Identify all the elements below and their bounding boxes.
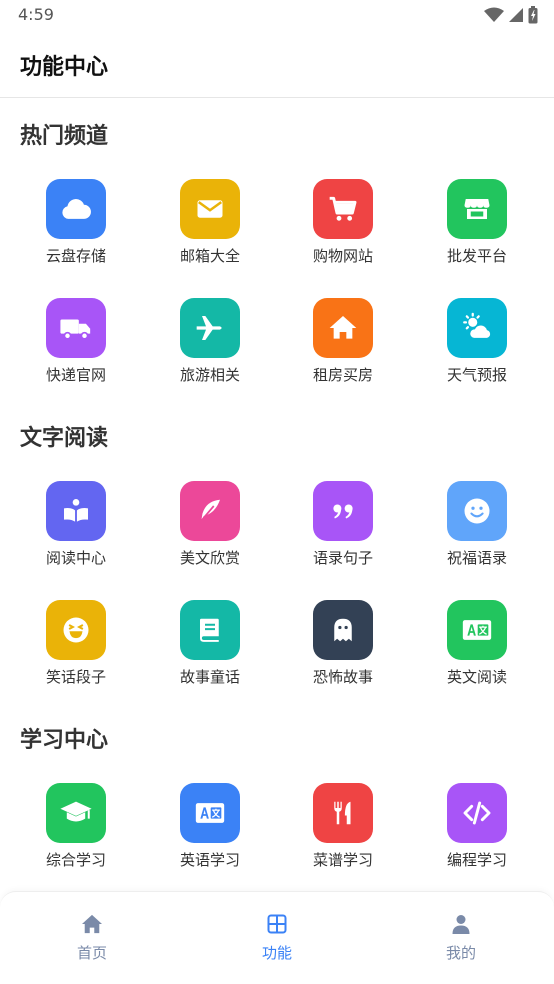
status-icons xyxy=(484,6,538,28)
tile-horror-stories[interactable]: 恐怖故事 xyxy=(293,600,393,710)
wifi-icon xyxy=(484,7,504,27)
tile-label: 编程学习 xyxy=(446,851,507,869)
tile-label: 天气预报 xyxy=(446,366,507,384)
tile-label: 语录句子 xyxy=(312,549,373,567)
tile-label: 故事童话 xyxy=(179,668,240,686)
tile-label: 英文阅读 xyxy=(446,668,507,686)
house-icon xyxy=(313,298,373,358)
tile-express[interactable]: 快递官网 xyxy=(26,298,126,408)
tile-label: 恐怖故事 xyxy=(312,668,373,686)
tile-programming-learning[interactable]: 编程学习 xyxy=(427,783,527,893)
tile-fine-prose[interactable]: 美文欣赏 xyxy=(160,481,260,591)
tab-home[interactable]: 首页 xyxy=(42,914,142,963)
tile-email[interactable]: 邮箱大全 xyxy=(160,179,260,289)
translate-icon xyxy=(180,783,240,843)
page-title: 功能中心 xyxy=(20,55,109,80)
utensils-icon xyxy=(313,783,373,843)
tile-fairy-tales[interactable]: 故事童话 xyxy=(160,600,260,710)
section-title-text-reading: 文字阅读 xyxy=(20,426,109,451)
tile-label: 云盘存储 xyxy=(45,247,106,265)
tab-home-label: 首页 xyxy=(76,944,107,962)
user-icon xyxy=(451,914,471,938)
tile-label: 批发平台 xyxy=(446,247,507,265)
tile-label: 祝福语录 xyxy=(446,549,507,567)
grid-icon xyxy=(267,914,287,938)
tile-label: 租房买房 xyxy=(312,366,373,384)
tile-label: 阅读中心 xyxy=(45,549,106,567)
tile-label: 快递官网 xyxy=(45,366,106,384)
tile-english-learning[interactable]: 英语学习 xyxy=(160,783,260,893)
translate-icon xyxy=(447,600,507,660)
smile-icon xyxy=(447,481,507,541)
status-time: 4:59 xyxy=(18,5,54,24)
store-icon xyxy=(447,179,507,239)
tile-label: 笑话段子 xyxy=(45,668,106,686)
cloud-icon xyxy=(46,179,106,239)
tile-label: 旅游相关 xyxy=(179,366,240,384)
graduation-cap-icon xyxy=(46,783,106,843)
app-header: 功能中心 xyxy=(0,32,554,98)
tab-profile[interactable]: 我的 xyxy=(411,914,511,963)
section-title-hot-channels: 热门频道 xyxy=(20,124,109,149)
tile-label: 美文欣赏 xyxy=(179,549,240,567)
section-title-learning-center: 学习中心 xyxy=(20,728,109,753)
laugh-icon xyxy=(46,600,106,660)
home-icon xyxy=(81,914,103,938)
tile-wholesale[interactable]: 批发平台 xyxy=(427,179,527,289)
tile-shopping[interactable]: 购物网站 xyxy=(293,179,393,289)
tile-reading-center[interactable]: 阅读中心 xyxy=(26,481,126,591)
tile-english-reading[interactable]: 英文阅读 xyxy=(427,600,527,710)
signal-icon xyxy=(508,7,524,27)
tile-housing[interactable]: 租房买房 xyxy=(293,298,393,408)
tile-jokes[interactable]: 笑话段子 xyxy=(26,600,126,710)
reader-icon xyxy=(46,481,106,541)
quote-icon xyxy=(313,481,373,541)
plane-icon xyxy=(180,298,240,358)
bottom-tab-bar: 首页 功能 我的 xyxy=(0,891,554,984)
tile-label: 英语学习 xyxy=(179,851,240,869)
status-bar: 4:59 xyxy=(0,0,554,32)
tile-cloud-storage[interactable]: 云盘存储 xyxy=(26,179,126,289)
cart-icon xyxy=(313,179,373,239)
ghost-icon xyxy=(313,600,373,660)
tab-profile-label: 我的 xyxy=(445,944,476,962)
code-icon xyxy=(447,783,507,843)
tile-label: 邮箱大全 xyxy=(179,247,240,265)
tab-features[interactable]: 功能 xyxy=(227,914,327,963)
tile-label: 综合学习 xyxy=(45,851,106,869)
tile-general-learning[interactable]: 综合学习 xyxy=(26,783,126,893)
envelope-icon xyxy=(180,179,240,239)
tile-travel[interactable]: 旅游相关 xyxy=(160,298,260,408)
tile-label: 菜谱学习 xyxy=(312,851,373,869)
feather-icon xyxy=(180,481,240,541)
tile-weather[interactable]: 天气预报 xyxy=(427,298,527,408)
battery-icon xyxy=(528,6,538,28)
tile-blessings[interactable]: 祝福语录 xyxy=(427,481,527,591)
truck-icon xyxy=(46,298,106,358)
tile-recipe-learning[interactable]: 菜谱学习 xyxy=(293,783,393,893)
weather-icon xyxy=(447,298,507,358)
book-icon xyxy=(180,600,240,660)
tile-quotes[interactable]: 语录句子 xyxy=(293,481,393,591)
tab-features-label: 功能 xyxy=(261,944,292,962)
tile-label: 购物网站 xyxy=(312,247,373,265)
